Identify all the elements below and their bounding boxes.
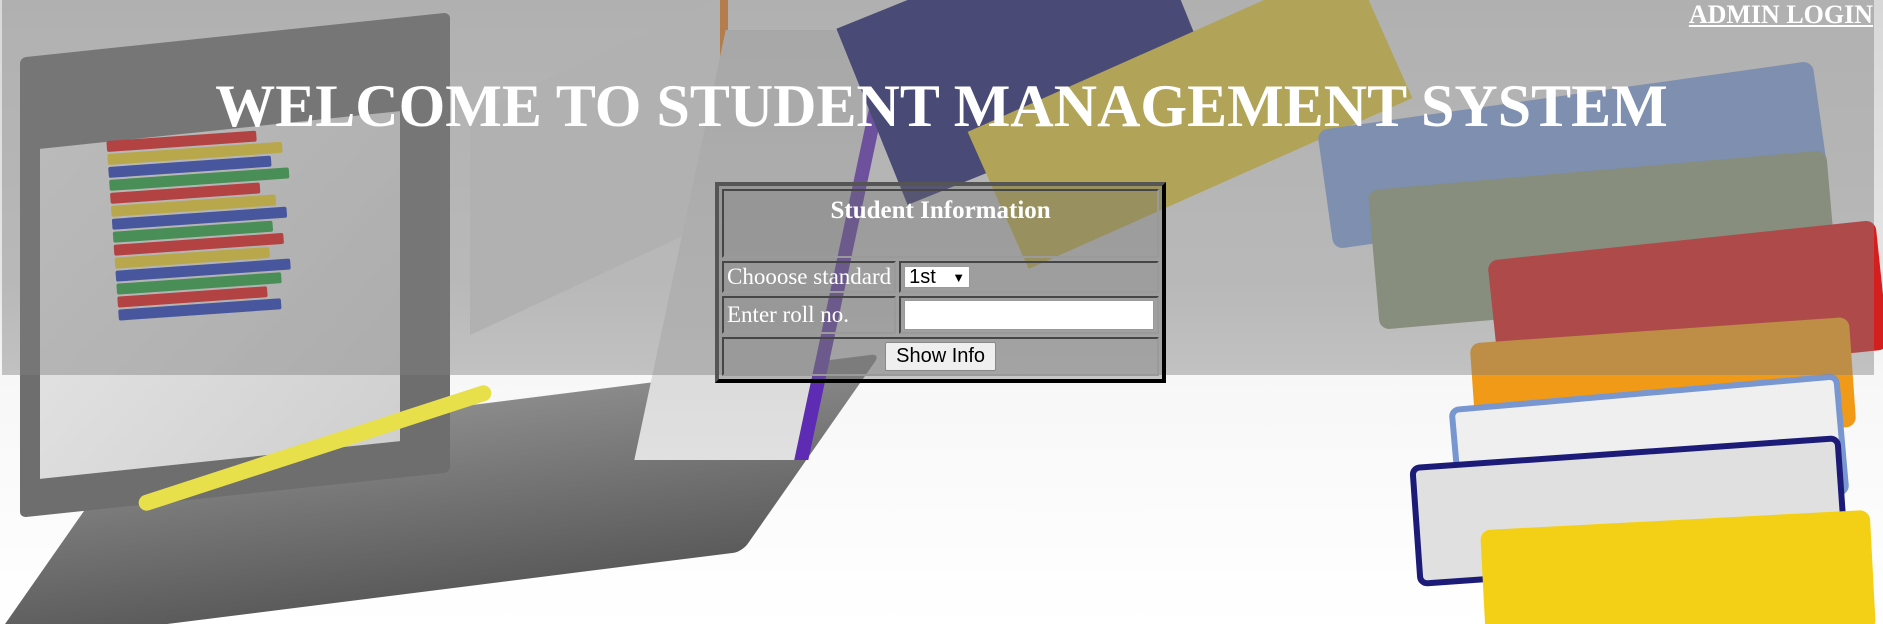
roll-cell: [899, 296, 1160, 334]
form-heading: Student Information: [722, 189, 1160, 258]
standard-label: Chooose standard: [722, 261, 897, 293]
show-info-button[interactable]: Show Info: [885, 342, 997, 371]
standard-cell: 1st ▼: [899, 261, 1160, 293]
roll-label: Enter roll no.: [722, 296, 897, 334]
page-title: WELCOME TO STUDENT MANAGEMENT SYSTEM: [215, 73, 1668, 139]
student-info-form: Student Information Chooose standard 1st…: [715, 182, 1167, 383]
book-graphic: [1480, 509, 1876, 624]
standard-select[interactable]: 1st ▼: [904, 265, 971, 288]
roll-number-input[interactable]: [904, 300, 1155, 330]
standard-select-value: 1st: [909, 265, 936, 288]
admin-login-link[interactable]: ADMIN LOGIN: [1689, 0, 1873, 30]
submit-cell: Show Info: [722, 337, 1160, 376]
chevron-down-icon: ▼: [952, 269, 966, 285]
